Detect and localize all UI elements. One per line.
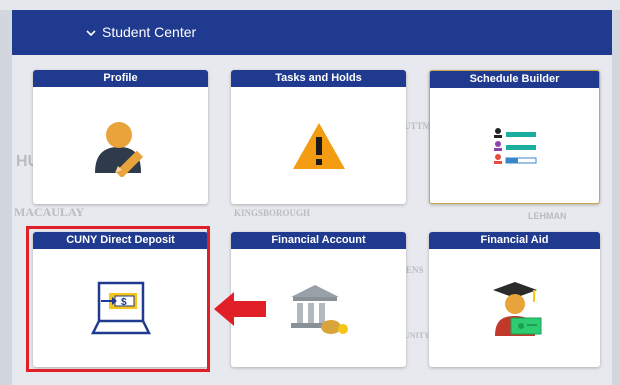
left-arrow-icon	[214, 290, 266, 333]
watermark-kingsborough: KINGSBOROUGH	[234, 208, 311, 218]
tile-schedule-title: Schedule Builder	[430, 71, 599, 88]
tile-financial-aid-title: Financial Aid	[429, 232, 600, 249]
direct-deposit-highlight-box	[26, 226, 210, 372]
watermark-ens: ENS	[406, 265, 424, 275]
watermark-lehman: LEHMAN	[528, 211, 567, 221]
warning-icon	[231, 88, 406, 204]
header-title: Student Center	[102, 24, 197, 40]
tile-tasks-title: Tasks and Holds	[231, 70, 406, 87]
tile-financial-aid[interactable]: Financial Aid	[429, 232, 600, 367]
tile-schedule-builder[interactable]: Schedule Builder	[429, 70, 600, 204]
schedule-list-icon	[430, 89, 599, 203]
watermark-macaulay: MACAULAY	[14, 205, 85, 219]
top-strip	[0, 0, 620, 10]
tile-tasks-and-holds[interactable]: Tasks and Holds	[231, 70, 406, 204]
chevron-down-icon	[86, 24, 96, 40]
profile-edit-icon	[33, 88, 208, 204]
student-center-header[interactable]: Student Center	[12, 10, 612, 55]
tile-profile-title: Profile	[33, 70, 208, 87]
watermark-unity: UNITY	[404, 331, 430, 340]
graduate-payment-icon	[429, 250, 600, 367]
tile-profile[interactable]: Profile	[33, 70, 208, 204]
watermark-uttm: UTTM	[404, 121, 431, 131]
tile-financial-account-title: Financial Account	[231, 232, 406, 249]
